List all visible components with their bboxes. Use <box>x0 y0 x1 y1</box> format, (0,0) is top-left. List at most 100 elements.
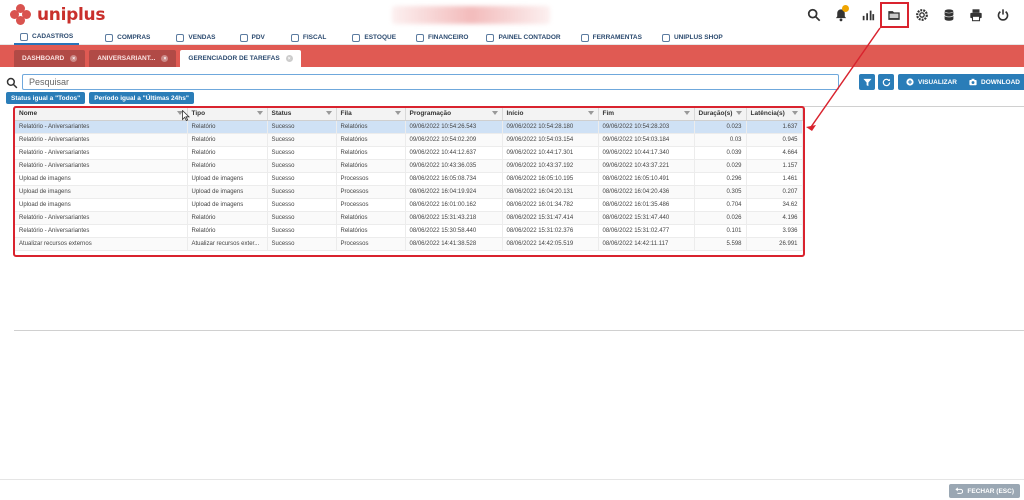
column-header[interactable]: Início <box>502 108 599 121</box>
blurred-banner <box>392 6 550 24</box>
undo-icon <box>955 487 964 494</box>
menu-item-estoque[interactable]: ESTOQUE <box>346 30 402 45</box>
status-filter-chip[interactable]: Status igual a "Todos" <box>6 92 86 104</box>
table-cell: 08/06/2022 14:42:11.117 <box>598 237 695 251</box>
table-cell: Upload de imagens <box>15 185 188 199</box>
menu-item-fiscal[interactable]: FISCAL <box>285 30 332 45</box>
column-header[interactable]: Latência(s) <box>746 108 803 121</box>
table-cell: 4.664 <box>746 146 803 160</box>
power-icon[interactable] <box>989 3 1016 27</box>
sort-arrow-icon[interactable] <box>256 111 263 115</box>
tab-dashboard[interactable]: DASHBOARD × <box>14 50 86 67</box>
column-header[interactable]: Tipo <box>187 108 268 121</box>
close-button[interactable]: FECHAR (ESC) <box>949 484 1020 498</box>
tab-label: ANIVERSARIANT... <box>97 55 156 62</box>
tab-aniversariantes[interactable]: ANIVERSARIANT... × <box>89 50 177 67</box>
sort-arrow-icon[interactable] <box>491 111 498 115</box>
table-cell: 08/06/2022 15:31:02.376 <box>502 224 599 238</box>
table-cell: 08/06/2022 15:31:47.414 <box>502 211 599 225</box>
database-icon[interactable] <box>935 3 962 27</box>
menu-item-financeiro[interactable]: FINANCEIRO <box>410 30 474 45</box>
notifications-bell-icon[interactable] <box>827 3 854 27</box>
search-field-icon <box>6 76 18 89</box>
visualizar-button[interactable]: VISUALIZAR <box>898 74 965 90</box>
table-cell: Relatórios <box>336 146 406 160</box>
table-cell: Sucesso <box>267 146 337 160</box>
tab-close-icon[interactable]: × <box>70 55 78 62</box>
table-cell: Relatório <box>187 120 268 134</box>
table-cell: Relatório <box>187 224 268 238</box>
menu-item-label: COMPRAS <box>117 34 151 41</box>
menu-item-pdv[interactable]: PDV <box>234 30 271 45</box>
refresh-button[interactable] <box>878 74 894 90</box>
table-row[interactable]: Upload de imagens Upload de imagens Sucess… <box>15 198 803 212</box>
tab-close-icon[interactable]: × <box>285 55 293 62</box>
table-cell: 5.598 <box>694 237 747 251</box>
table-cell: 0.03 <box>694 133 747 147</box>
column-header[interactable]: Status <box>267 108 337 121</box>
menu-item-ferramentas[interactable]: FERRAMENTAS <box>575 30 648 45</box>
table-row[interactable]: Relatório - Aniversariantes Relatório Suce… <box>15 159 803 173</box>
table-cell: 08/06/2022 14:41:38.528 <box>405 237 503 251</box>
table-cell: 0.026 <box>694 211 747 225</box>
menu-item-icon <box>661 33 670 42</box>
table-row[interactable]: Upload de imagens Upload de imagens Sucess… <box>15 172 803 186</box>
download-button[interactable]: DOWNLOAD <box>961 74 1024 90</box>
sort-arrow-icon[interactable] <box>683 111 690 115</box>
column-header[interactable]: Duração(s) <box>694 108 747 121</box>
column-header-label: Nome <box>19 110 38 118</box>
table-cell: 08/06/2022 16:01:00.162 <box>405 198 503 212</box>
table-cell: 08/06/2022 16:04:20.436 <box>598 185 695 199</box>
column-header-label: Tipo <box>191 110 206 118</box>
table-cell: 0.101 <box>694 224 747 238</box>
table-row[interactable]: Relatório - Aniversariantes Relatório Suce… <box>15 133 803 147</box>
menu-item-uniplus-shop[interactable]: UNIPLUS SHOP <box>656 30 729 45</box>
table-cell: Atualizar recursos externos <box>15 237 188 251</box>
table-cell: Sucesso <box>267 224 337 238</box>
table-cell: 1.157 <box>746 159 803 173</box>
sort-arrow-icon[interactable] <box>325 111 332 115</box>
sort-arrow-icon[interactable] <box>587 111 594 115</box>
table-cell: Processos <box>336 237 406 251</box>
table-cell: 0.023 <box>694 120 747 134</box>
column-header[interactable]: Fim <box>598 108 695 121</box>
period-filter-chip[interactable]: Período igual a "Últimas 24hs" <box>89 92 194 104</box>
main-menu: CADASTROS COMPRAS VENDAS PDV FISCAL ESTOQUE FI… <box>0 30 1024 45</box>
table-cell: Relatório - Aniversariantes <box>15 133 188 147</box>
table-row[interactable]: Relatório - Aniversariantes Relatório Suce… <box>15 120 803 134</box>
filter-button[interactable] <box>859 74 875 90</box>
table-cell: Sucesso <box>267 211 337 225</box>
tab-bar: DASHBOARD × ANIVERSARIANT... × GERENCIADOR D… <box>0 45 1024 67</box>
task-manager-folder-icon[interactable] <box>880 2 909 28</box>
menu-item-icon <box>105 33 114 42</box>
column-header[interactable]: Fila <box>336 108 406 121</box>
menu-item-cadastros[interactable]: CADASTROS <box>14 30 80 45</box>
app-logo[interactable]: uniplus <box>10 4 105 26</box>
table-cell: Processos <box>336 172 406 186</box>
table-cell: 08/06/2022 16:04:19.924 <box>405 185 503 199</box>
table-row[interactable]: Relatório - Aniversariantes Relatório Suce… <box>15 211 803 225</box>
settings-gear-icon[interactable] <box>908 3 935 27</box>
table-cell: Processos <box>336 185 406 199</box>
search-icon[interactable] <box>800 3 827 27</box>
sort-arrow-icon[interactable] <box>735 111 742 115</box>
tab-close-icon[interactable]: × <box>161 55 169 62</box>
column-header[interactable]: Nome <box>15 108 188 121</box>
column-header[interactable]: Programação <box>405 108 503 121</box>
menu-item-compras[interactable]: COMPRAS <box>99 30 156 45</box>
menu-item-vendas[interactable]: VENDAS <box>170 30 221 45</box>
search-input[interactable] <box>22 74 839 90</box>
table-cell: Sucesso <box>267 198 337 212</box>
table-row[interactable]: Relatório - Aniversariantes Relatório Suce… <box>15 146 803 160</box>
table-row[interactable]: Atualizar recursos externos Atualizar rec… <box>15 237 803 251</box>
table-cell: 08/06/2022 16:04:20.131 <box>502 185 599 199</box>
sort-arrow-icon[interactable] <box>394 111 401 115</box>
table-row[interactable]: Upload de imagens Upload de imagens Sucess… <box>15 185 803 199</box>
menu-item-icon <box>239 33 248 42</box>
sort-arrow-icon[interactable] <box>791 111 798 115</box>
table-row[interactable]: Relatório - Aniversariantes Relatório Suce… <box>15 224 803 238</box>
menu-item-painel-contador[interactable]: PAINEL CONTADOR <box>480 30 566 45</box>
chart-bars-icon[interactable] <box>854 3 881 27</box>
tab-gerenciador-de-tarefas[interactable]: GERENCIADOR DE TAREFAS × <box>180 50 301 67</box>
printer-icon[interactable] <box>962 3 989 27</box>
